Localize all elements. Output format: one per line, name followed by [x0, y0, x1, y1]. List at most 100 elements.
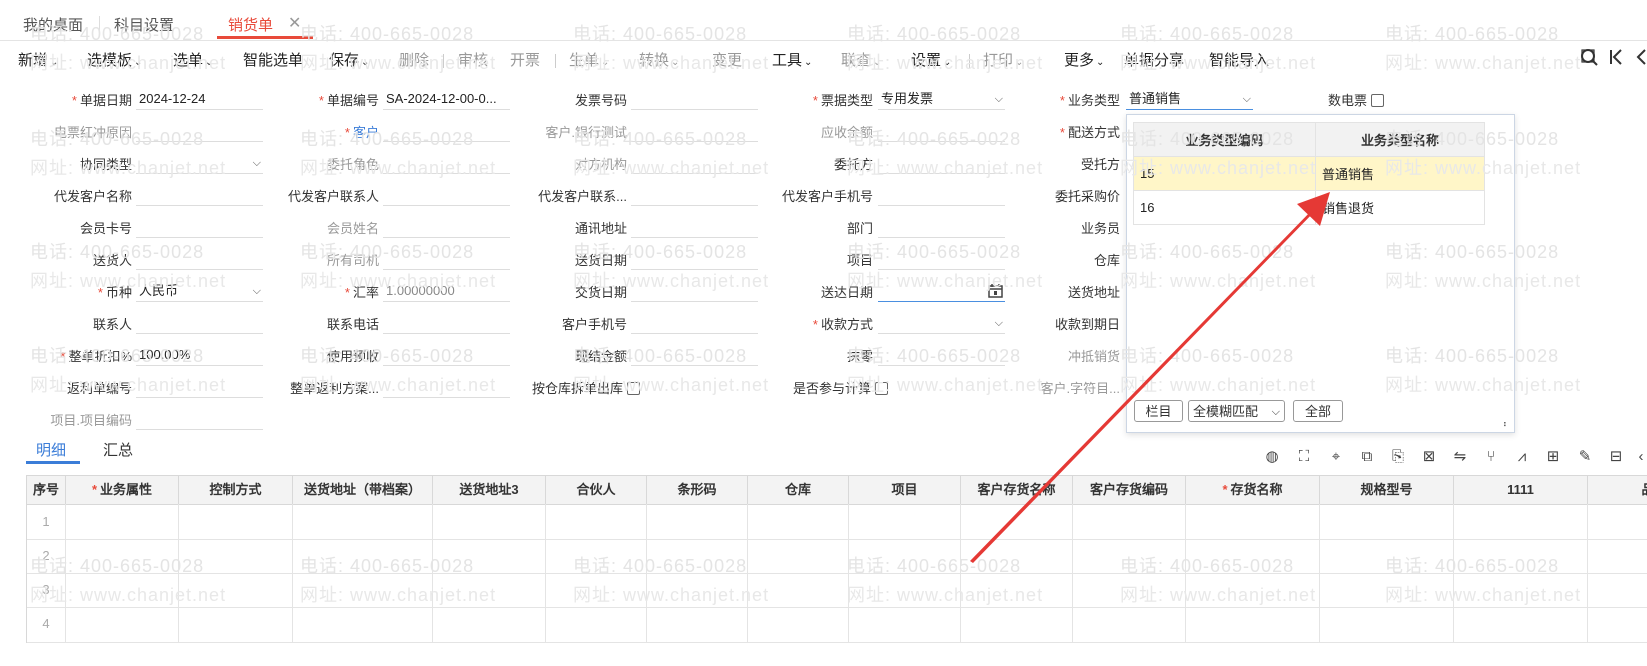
- close-icon[interactable]: ✕: [288, 13, 301, 33]
- col-header[interactable]: 送货地址3: [433, 476, 546, 504]
- save-button[interactable]: 保存 ⌄: [329, 49, 369, 70]
- date-field[interactable]: 2024-12-24: [136, 88, 263, 110]
- phone-field[interactable]: [383, 312, 510, 334]
- col-header[interactable]: 送货地址（带档案）: [293, 476, 433, 504]
- edit-icon[interactable]: ✎: [1576, 448, 1594, 466]
- delete-button[interactable]: 删除: [399, 49, 429, 70]
- smart-import-button[interactable]: 智能导入: [1209, 49, 1269, 70]
- row-number[interactable]: 4: [27, 616, 65, 631]
- insert-row-icon[interactable]: ⊞: [1544, 448, 1562, 466]
- currency-select[interactable]: 人民币 ⌵: [136, 280, 263, 302]
- row-name[interactable]: 销售退货: [1315, 190, 1485, 225]
- more-button[interactable]: 更多 ⌄: [1064, 49, 1104, 70]
- arrive-date-field[interactable]: [878, 280, 1005, 302]
- customer-bank-field[interactable]: [631, 120, 758, 142]
- previous-record-icon[interactable]: [1633, 47, 1647, 67]
- columns-button[interactable]: 栏目: [1134, 400, 1183, 422]
- collab-type-select[interactable]: ⌵: [136, 152, 263, 174]
- col-header[interactable]: 规格型号: [1320, 476, 1454, 504]
- entrustor-field[interactable]: [878, 152, 1005, 174]
- col-header[interactable]: 控制方式: [179, 476, 293, 504]
- location-icon[interactable]: ⌖: [1327, 448, 1345, 466]
- change-button[interactable]: 变更: [712, 49, 742, 70]
- calc-checkbox[interactable]: [875, 382, 889, 395]
- select-template-button[interactable]: 选模板 ⌄: [87, 49, 142, 70]
- proxy-contact2-field[interactable]: [631, 184, 758, 206]
- select-order-button[interactable]: 选单 ⌄: [173, 49, 213, 70]
- tab-detail[interactable]: 明细: [36, 439, 66, 460]
- table-row[interactable]: 15 普通销售: [1133, 156, 1485, 191]
- invoice-no-field[interactable]: [631, 88, 758, 110]
- col-header[interactable]: * 存货名称: [1186, 476, 1320, 504]
- tab-desktop[interactable]: 我的桌面: [23, 14, 83, 35]
- sort-icon[interactable]: ⇋: [1451, 448, 1469, 466]
- approve-button[interactable]: 审核: [458, 49, 488, 70]
- generate-order-button[interactable]: 生单 ⌄: [569, 49, 609, 70]
- share-button[interactable]: 单据分享: [1124, 49, 1184, 70]
- discount-field[interactable]: 100.00%: [136, 344, 263, 366]
- dept-field[interactable]: [878, 216, 1005, 238]
- project-code-field[interactable]: [136, 408, 263, 430]
- address-field[interactable]: [631, 216, 758, 238]
- col-header[interactable]: 客户存货名称: [961, 476, 1073, 504]
- driver-field[interactable]: [383, 248, 510, 270]
- project-field[interactable]: [878, 248, 1005, 270]
- row-number[interactable]: 1: [27, 514, 65, 529]
- col-header[interactable]: 项目: [849, 476, 961, 504]
- col-header[interactable]: 1111: [1454, 476, 1588, 504]
- tab-subject-settings[interactable]: 科目设置: [114, 14, 174, 35]
- col-header[interactable]: 序号: [27, 476, 66, 504]
- row-number[interactable]: 2: [27, 548, 65, 563]
- col-header[interactable]: 客户存货编码: [1073, 476, 1186, 504]
- contact-field[interactable]: [136, 312, 263, 334]
- rebate-plan-field[interactable]: [383, 376, 510, 398]
- split-checkbox[interactable]: [627, 382, 641, 395]
- query-button[interactable]: 联查 ⌄: [841, 49, 881, 70]
- customer-label[interactable]: * 客户: [300, 122, 379, 141]
- deliverer-field[interactable]: [136, 248, 263, 270]
- col-header[interactable]: 合伙人: [546, 476, 647, 504]
- first-record-icon[interactable]: [1609, 47, 1623, 67]
- trade-date-field[interactable]: [631, 280, 758, 302]
- writeoff-field[interactable]: [878, 344, 1005, 366]
- delivery-date-field[interactable]: [631, 248, 758, 270]
- bill-type-select[interactable]: 专用发票 ⌵: [878, 88, 1005, 110]
- row-number[interactable]: 3: [27, 582, 65, 597]
- biz-type-select[interactable]: 普通销售 ⌵: [1126, 88, 1253, 110]
- payment-select[interactable]: ⌵: [878, 312, 1005, 334]
- counter-org-field[interactable]: [631, 152, 758, 174]
- all-button[interactable]: 全部: [1293, 400, 1343, 422]
- col-header[interactable]: 品牌: [1588, 476, 1647, 504]
- copy-row-icon[interactable]: ⧉: [1358, 448, 1376, 466]
- print-button[interactable]: 打印 ⌄: [983, 49, 1023, 70]
- scan-icon[interactable]: ⛶: [1295, 448, 1313, 466]
- customer-mobile-field[interactable]: [631, 312, 758, 334]
- cash-field[interactable]: [631, 344, 758, 366]
- table-row[interactable]: 16 销售退货: [1133, 190, 1485, 225]
- col-header[interactable]: 仓库: [748, 476, 849, 504]
- smart-select-button[interactable]: 智能选单: [243, 49, 303, 70]
- delete-row-icon[interactable]: ⊠: [1420, 448, 1438, 466]
- invoice-button[interactable]: 开票: [510, 49, 540, 70]
- col-header[interactable]: 条形码: [647, 476, 748, 504]
- e-invoice-checkbox[interactable]: [1371, 94, 1385, 107]
- lightbulb-icon[interactable]: ◍: [1263, 448, 1281, 466]
- match-mode-select[interactable]: 全模糊匹配 ⌵: [1188, 400, 1285, 422]
- tab-sales-delivery[interactable]: 销货单: [228, 14, 273, 35]
- proxy-contact-field[interactable]: [383, 184, 510, 206]
- col-header[interactable]: * 业务属性: [66, 476, 179, 504]
- paste-icon[interactable]: ⎘: [1389, 448, 1407, 466]
- new-button[interactable]: 新增 ⌄: [18, 49, 58, 70]
- rate-field[interactable]: 1.00000000: [383, 280, 510, 302]
- code-field[interactable]: SA-2024-12-00-0...: [383, 88, 510, 110]
- settings-button[interactable]: 设置 ⌄: [911, 49, 951, 70]
- expand-icon[interactable]: ⊟: [1607, 448, 1625, 466]
- resize-icon[interactable]: ⠆: [1503, 419, 1510, 430]
- search-icon[interactable]: [1579, 47, 1599, 67]
- chart-icon[interactable]: ⩘: [1513, 448, 1531, 466]
- row-code[interactable]: 16: [1133, 190, 1316, 225]
- convert-button[interactable]: 转换 ⌄: [639, 49, 679, 70]
- red-reason-field[interactable]: [136, 120, 263, 142]
- tab-summary[interactable]: 汇总: [103, 439, 133, 460]
- entrust-role-field[interactable]: [383, 152, 510, 174]
